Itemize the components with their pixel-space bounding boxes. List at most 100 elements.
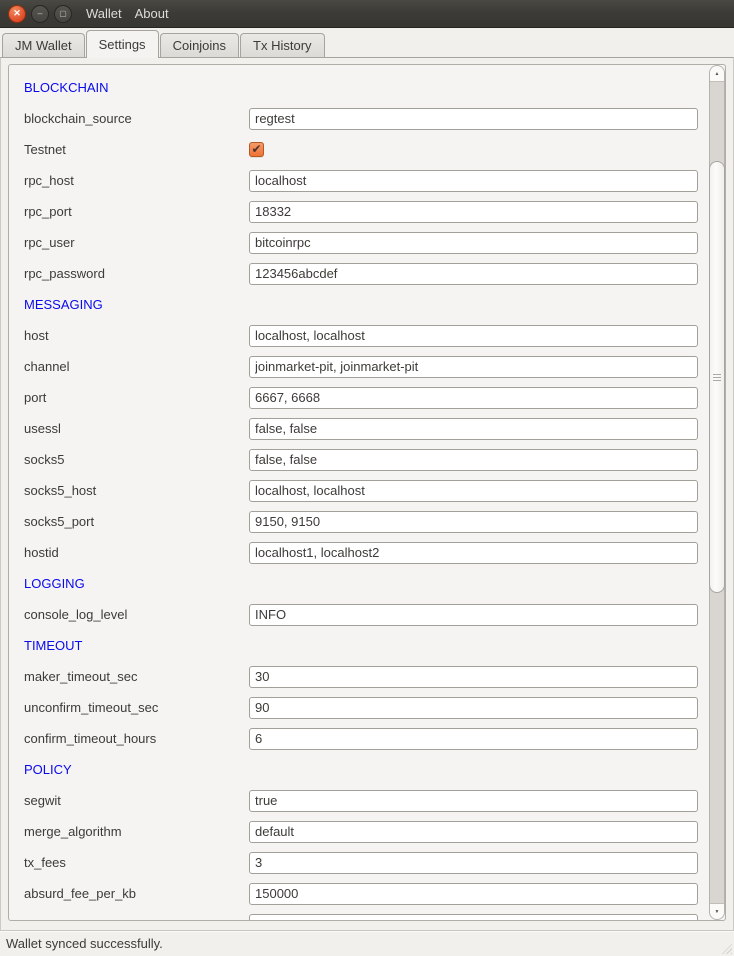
section-header-row: MESSAGING (9, 289, 709, 320)
field-row: rpc_password (9, 258, 709, 289)
field-label: confirm_timeout_hours (24, 731, 249, 746)
field-label: merge_algorithm (24, 824, 249, 839)
scrollbar-thumb[interactable] (709, 161, 725, 593)
section-header-row: POLICY (9, 754, 709, 785)
field-label: rpc_host (24, 173, 249, 188)
field-label: rpc_password (24, 266, 249, 281)
field-row: tx_fees (9, 847, 709, 878)
field-input[interactable] (249, 852, 698, 874)
partial-field-input[interactable] (249, 914, 698, 921)
field-label: socks5_host (24, 483, 249, 498)
settings-form: BLOCKCHAINblockchain_sourceTestnet✔rpc_h… (9, 65, 709, 920)
field-row: host (9, 320, 709, 351)
checkmark-icon: ✔ (251, 143, 261, 155)
field-row: socks5_port (9, 506, 709, 537)
tab-tx-history[interactable]: Tx History (240, 33, 325, 57)
testnet-checkbox[interactable]: ✔ (249, 142, 264, 157)
scroll-down-icon: ▼ (715, 909, 720, 915)
tab-jm-wallet[interactable]: JM Wallet (2, 33, 85, 57)
field-label: hostid (24, 545, 249, 560)
field-row: usessl (9, 413, 709, 444)
field-row: hostid (9, 537, 709, 568)
minimize-icon: – (37, 9, 42, 18)
field-label: socks5 (24, 452, 249, 467)
field-row: channel (9, 351, 709, 382)
field-label: maker_timeout_sec (24, 669, 249, 684)
section-header-row: TIMEOUT (9, 630, 709, 661)
field-input[interactable] (249, 821, 698, 843)
section-header: TIMEOUT (24, 638, 83, 653)
status-bar: Wallet synced successfully. (0, 930, 734, 956)
field-row: port (9, 382, 709, 413)
section-header: MESSAGING (24, 297, 103, 312)
field-input[interactable] (249, 511, 698, 533)
field-input[interactable] (249, 697, 698, 719)
field-label: Testnet (24, 142, 249, 157)
resize-grip[interactable] (719, 941, 732, 954)
field-row (9, 909, 709, 920)
field-input[interactable] (249, 263, 698, 285)
field-row: confirm_timeout_hours (9, 723, 709, 754)
minimize-button[interactable]: – (31, 5, 49, 23)
close-icon: ✕ (13, 9, 21, 18)
field-input[interactable] (249, 170, 698, 192)
field-row: maker_timeout_sec (9, 661, 709, 692)
field-row: console_log_level (9, 599, 709, 630)
field-input[interactable] (249, 201, 698, 223)
field-row: blockchain_source (9, 103, 709, 134)
section-header-row: LOGGING (9, 568, 709, 599)
scrollbar-track[interactable]: ▲ ▼ (709, 65, 725, 920)
settings-scroll-area: BLOCKCHAINblockchain_sourceTestnet✔rpc_h… (8, 64, 726, 921)
menu-bar: Wallet About (86, 6, 169, 21)
field-label: host (24, 328, 249, 343)
field-input[interactable] (249, 542, 698, 564)
maximize-icon: ▢ (59, 10, 67, 18)
field-label: rpc_port (24, 204, 249, 219)
field-label: tx_fees (24, 855, 249, 870)
field-input[interactable] (249, 666, 698, 688)
menu-wallet[interactable]: Wallet (86, 6, 122, 21)
close-button[interactable]: ✕ (8, 5, 26, 23)
field-row: rpc_port (9, 196, 709, 227)
field-input[interactable] (249, 356, 698, 378)
scrollbar-grip-icon (713, 377, 721, 378)
tab-bar: JM WalletSettingsCoinjoinsTx History (0, 28, 734, 57)
tab-settings[interactable]: Settings (86, 30, 159, 58)
scroll-down-button[interactable]: ▼ (710, 903, 724, 919)
section-header: BLOCKCHAIN (24, 80, 109, 95)
field-row: segwit (9, 785, 709, 816)
field-label: unconfirm_timeout_sec (24, 700, 249, 715)
field-input[interactable] (249, 325, 698, 347)
field-input[interactable] (249, 790, 698, 812)
scroll-up-icon: ▲ (715, 71, 720, 77)
field-label: channel (24, 359, 249, 374)
field-input[interactable] (249, 232, 698, 254)
field-input[interactable] (249, 449, 698, 471)
field-row: merge_algorithm (9, 816, 709, 847)
field-row: absurd_fee_per_kb (9, 878, 709, 909)
field-row: unconfirm_timeout_sec (9, 692, 709, 723)
field-label: rpc_user (24, 235, 249, 250)
field-input[interactable] (249, 604, 698, 626)
field-label: usessl (24, 421, 249, 436)
status-message: Wallet synced successfully. (6, 936, 163, 951)
field-label: port (24, 390, 249, 405)
field-input[interactable] (249, 418, 698, 440)
field-input[interactable] (249, 108, 698, 130)
section-header: POLICY (24, 762, 72, 777)
title-bar: ✕ – ▢ Wallet About (0, 0, 734, 28)
field-input[interactable] (249, 387, 698, 409)
maximize-button[interactable]: ▢ (54, 5, 72, 23)
menu-about[interactable]: About (135, 6, 169, 21)
section-header: LOGGING (24, 576, 85, 591)
tab-coinjoins[interactable]: Coinjoins (160, 33, 239, 57)
field-row: socks5_host (9, 475, 709, 506)
field-row: Testnet✔ (9, 134, 709, 165)
field-input[interactable] (249, 480, 698, 502)
field-input[interactable] (249, 728, 698, 750)
scroll-up-button[interactable]: ▲ (710, 66, 724, 82)
field-row: rpc_host (9, 165, 709, 196)
field-label: console_log_level (24, 607, 249, 622)
field-input[interactable] (249, 883, 698, 905)
section-header-row: BLOCKCHAIN (9, 72, 709, 103)
